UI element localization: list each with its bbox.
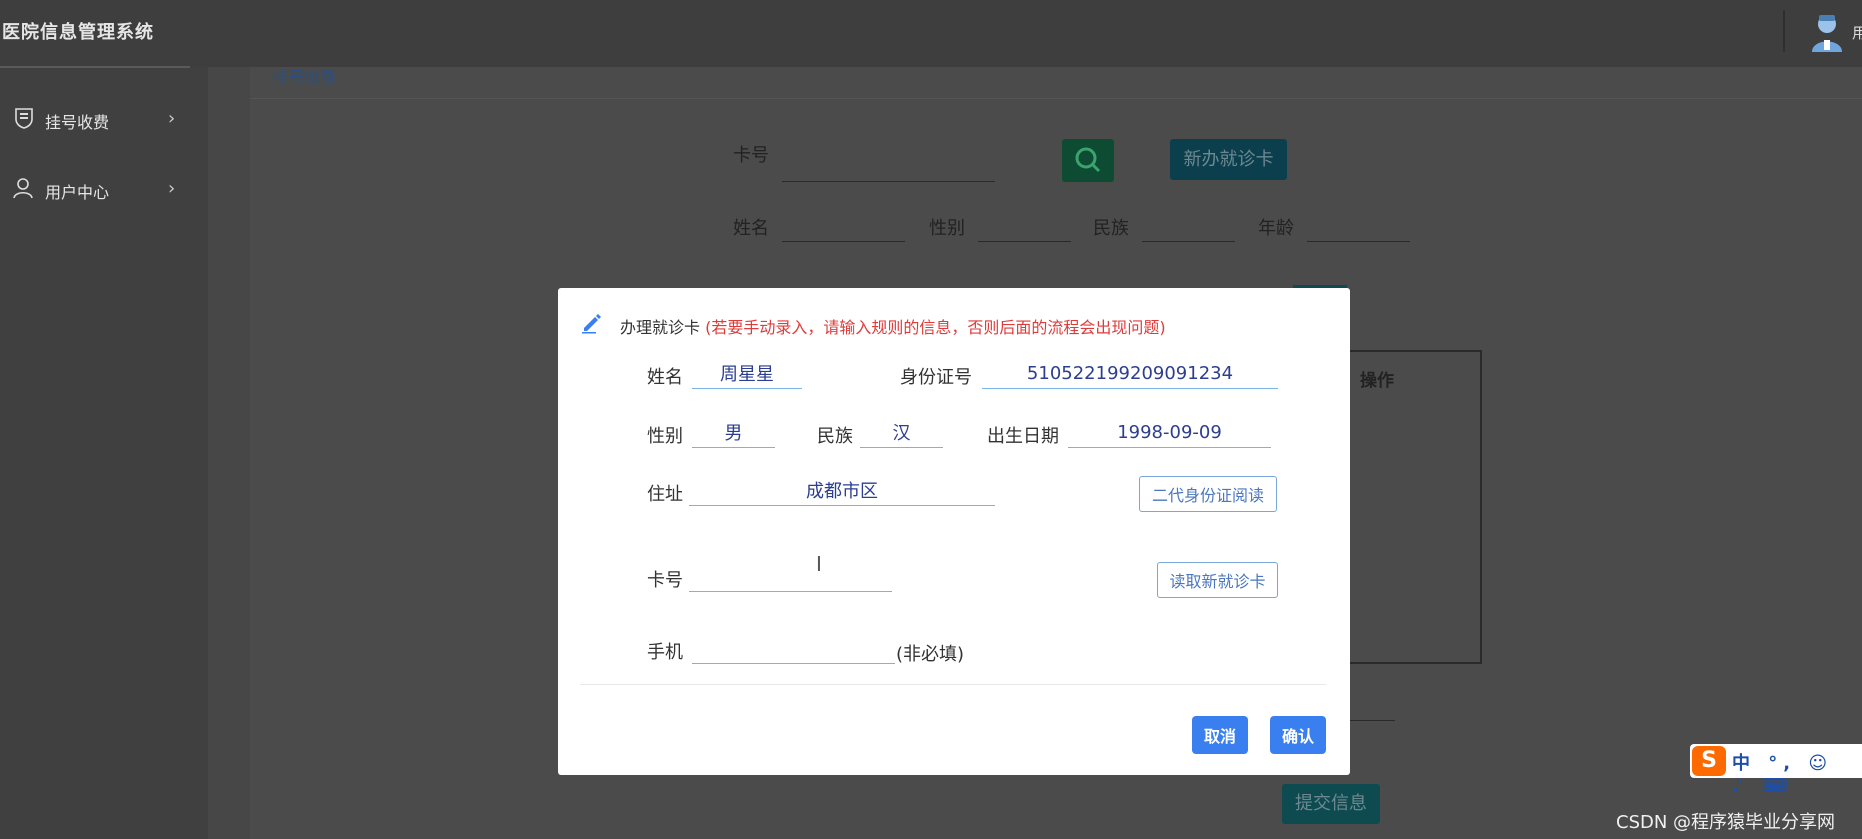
card-number-label: 卡号 bbox=[647, 570, 683, 591]
top-bar: 医院信息管理系统 用 bbox=[0, 0, 1862, 67]
address-label: 住址 bbox=[647, 484, 683, 505]
dialog-title: 办理就诊卡 (若要手动录入，请输入规则的信息，否则后面的流程会出现问题) bbox=[620, 314, 1166, 338]
sidebar-item-label: 挂号收费 bbox=[45, 113, 110, 132]
gender-label: 性别 bbox=[647, 426, 683, 447]
user-avatar-icon[interactable] bbox=[1810, 12, 1844, 52]
user-icon bbox=[13, 178, 33, 199]
edit-icon bbox=[582, 314, 601, 334]
bg-card-label: 卡号 bbox=[733, 145, 769, 166]
content-left-strip bbox=[208, 67, 250, 839]
ethnicity-input[interactable] bbox=[860, 417, 943, 448]
issue-card-dialog: 办理就诊卡 (若要手动录入，请输入规则的信息，否则后面的流程会出现问题) 姓名 … bbox=[558, 288, 1350, 775]
app-title: 医院信息管理系统 bbox=[2, 22, 154, 43]
chevron-right-icon: › bbox=[168, 108, 176, 129]
address-input[interactable] bbox=[689, 475, 995, 506]
sidebar: 挂号收费 › 用户中心 › bbox=[0, 66, 208, 839]
bg-name-label: 姓名 bbox=[733, 218, 769, 239]
topbar-divider bbox=[1783, 10, 1785, 52]
ime-toolbar[interactable]: S 中 °, ☺ ♪ ⌨ bbox=[1690, 744, 1862, 796]
user-name[interactable]: 用 bbox=[1852, 22, 1862, 43]
bg-name-input[interactable] bbox=[782, 241, 905, 242]
bg-gender-label: 性别 bbox=[929, 218, 965, 239]
bg-search-button[interactable] bbox=[1062, 139, 1114, 182]
read-id-card-button[interactable]: 二代身份证阅读 bbox=[1139, 476, 1277, 512]
sidebar-item-user-center[interactable]: 用户中心 › bbox=[0, 170, 190, 210]
sidebar-item-label: 用户中心 bbox=[45, 183, 110, 202]
sidebar-item-registration[interactable]: 挂号收费 › bbox=[0, 100, 190, 140]
cancel-button[interactable]: 取消 bbox=[1192, 716, 1248, 754]
id-number-label: 身份证号 bbox=[900, 367, 972, 388]
dialog-footer-divider bbox=[580, 684, 1326, 685]
content-divider bbox=[250, 98, 1862, 99]
card-number-input[interactable] bbox=[689, 561, 892, 592]
bg-ethnicity-label: 民族 bbox=[1093, 218, 1129, 239]
phone-label: 手机 bbox=[647, 642, 683, 663]
name-input[interactable] bbox=[692, 358, 802, 389]
id-number-input[interactable] bbox=[982, 358, 1278, 389]
bg-submit-button[interactable]: 提交信息 bbox=[1282, 784, 1380, 824]
chevron-right-icon: › bbox=[168, 178, 176, 199]
dialog-warning: (若要手动录入，请输入规则的信息，否则后面的流程会出现问题) bbox=[705, 318, 1166, 337]
gender-input[interactable] bbox=[692, 417, 775, 448]
text-cursor-icon: I bbox=[816, 552, 822, 576]
bg-new-card-button[interactable]: 新办就诊卡 bbox=[1170, 139, 1287, 180]
ime-logo-icon[interactable]: S bbox=[1692, 746, 1726, 776]
phone-optional-hint: (非必填) bbox=[896, 644, 965, 665]
bg-age-label: 年龄 bbox=[1258, 218, 1294, 239]
watermark: CSDN @程序猿毕业分享网 bbox=[1616, 812, 1836, 833]
bg-table bbox=[1350, 350, 1482, 664]
sidebar-divider bbox=[0, 66, 190, 68]
bg-card-input[interactable] bbox=[782, 181, 995, 182]
confirm-button[interactable]: 确认 bbox=[1270, 716, 1326, 754]
phone-input[interactable] bbox=[692, 633, 895, 664]
bg-gender-input[interactable] bbox=[978, 241, 1071, 242]
read-new-card-button[interactable]: 读取新就诊卡 bbox=[1157, 562, 1278, 598]
name-label: 姓名 bbox=[647, 367, 683, 388]
shield-icon bbox=[15, 108, 33, 129]
bg-age-input[interactable] bbox=[1307, 241, 1410, 242]
bg-table-header-action: 操作 bbox=[1360, 371, 1394, 391]
birthdate-label: 出生日期 bbox=[987, 426, 1059, 447]
breadcrumb[interactable]: 挂号收费 bbox=[272, 64, 336, 88]
birthdate-input[interactable] bbox=[1068, 417, 1271, 448]
bg-ethnicity-input[interactable] bbox=[1142, 241, 1235, 242]
ime-tool-icons[interactable]: 中 °, ☺ ♪ ⌨ bbox=[1732, 749, 1862, 796]
search-icon bbox=[1075, 147, 1101, 173]
ethnicity-label: 民族 bbox=[817, 426, 853, 447]
dialog-title-text: 办理就诊卡 bbox=[620, 318, 701, 337]
